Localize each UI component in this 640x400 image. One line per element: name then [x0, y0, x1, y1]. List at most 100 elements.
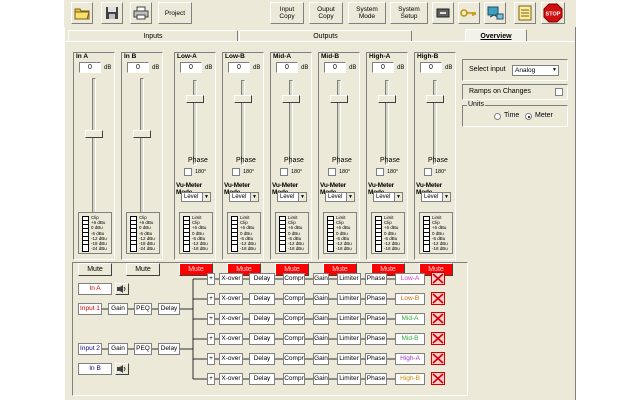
fader-track[interactable] [433, 80, 437, 165]
fader-knob[interactable] [282, 95, 300, 104]
vu-meter-mode-select[interactable]: Level ▼ [229, 192, 259, 202]
output-mute-x-icon[interactable] [431, 372, 445, 385]
output-mute-x-icon[interactable] [431, 332, 445, 345]
output-4-chain-block-4[interactable]: Limiter [337, 353, 361, 365]
output-4-chain-block-0[interactable]: X-over [219, 353, 243, 365]
ramps-checkbox[interactable] [555, 88, 563, 96]
gain-value-input[interactable]: 0 [324, 62, 346, 73]
output-name-block[interactable]: Mid-B [395, 333, 425, 345]
gain-value-input[interactable]: 0 [180, 62, 202, 73]
output-1-chain-block-4[interactable]: Limiter [337, 293, 361, 305]
output-3-chain-block-5[interactable]: Phase [365, 333, 387, 345]
output-0-chain-block-4[interactable]: Limiter [337, 273, 361, 285]
output-2-chain-block-3[interactable]: Gain [313, 313, 329, 325]
speaker-icon[interactable] [115, 283, 129, 295]
phase-180-checkbox[interactable] [424, 168, 432, 176]
fader-track[interactable] [289, 80, 293, 165]
fader-knob[interactable] [426, 95, 444, 104]
print-button[interactable] [130, 2, 152, 24]
lock-button[interactable] [432, 2, 454, 24]
output-1-chain-block-2[interactable]: Compr [283, 293, 305, 305]
mix-block[interactable]: + [207, 333, 215, 345]
fader-track[interactable] [337, 80, 341, 165]
output-2-chain-block-0[interactable]: X-over [219, 313, 243, 325]
select-input-dropdown[interactable]: Analog ▼ [512, 65, 559, 76]
output-5-chain-block-2[interactable]: Compr [283, 373, 305, 385]
output-4-chain-block-1[interactable]: Delay [249, 353, 275, 365]
output-name-block[interactable]: Low-B [395, 293, 425, 305]
input-1-block[interactable]: Input 1 [78, 303, 102, 315]
fader-knob[interactable] [378, 95, 396, 104]
output-1-chain-block-1[interactable]: Delay [249, 293, 275, 305]
output-1-chain-block-5[interactable]: Phase [365, 293, 387, 305]
output-0-chain-block-1[interactable]: Delay [249, 273, 275, 285]
output-name-block[interactable]: High-A [395, 353, 425, 365]
output-4-chain-block-3[interactable]: Gain [313, 353, 329, 365]
output-mute-x-icon[interactable] [431, 352, 445, 365]
network-button[interactable] [484, 2, 506, 24]
fader-track[interactable] [92, 78, 96, 226]
mix-block[interactable]: + [207, 373, 215, 385]
output-copy-button[interactable]: Ouput Copy [309, 2, 343, 24]
output-5-chain-block-0[interactable]: X-over [219, 373, 243, 385]
mix-block[interactable]: + [207, 273, 215, 285]
output-0-chain-block-3[interactable]: Gain [313, 273, 329, 285]
output-2-chain-block-1[interactable]: Delay [249, 313, 275, 325]
fader-knob[interactable] [85, 129, 103, 138]
output-5-chain-block-1[interactable]: Delay [249, 373, 275, 385]
tab-inputs[interactable]: Inputs [68, 30, 238, 41]
save-button[interactable] [101, 2, 123, 24]
output-3-chain-block-4[interactable]: Limiter [337, 333, 361, 345]
output-0-chain-block-2[interactable]: Compr [283, 273, 305, 285]
open-folder-button[interactable] [71, 2, 93, 24]
input-1-gain-block[interactable]: Gain [108, 303, 128, 315]
output-4-chain-block-5[interactable]: Phase [365, 353, 387, 365]
vu-meter-mode-select[interactable]: Level ▼ [325, 192, 355, 202]
phase-180-checkbox[interactable] [328, 168, 336, 176]
vu-meter-mode-select[interactable]: Level ▼ [421, 192, 451, 202]
gain-value-input[interactable]: 0 [420, 62, 442, 73]
in-a-block[interactable]: In A [78, 283, 112, 295]
fader-knob[interactable] [234, 95, 252, 104]
notes-button[interactable] [514, 2, 536, 24]
gain-value-input[interactable]: 0 [127, 62, 149, 73]
tab-outputs[interactable]: Outputs [239, 30, 412, 41]
output-2-chain-block-4[interactable]: Limiter [337, 313, 361, 325]
output-2-chain-block-5[interactable]: Phase [365, 313, 387, 325]
phase-180-checkbox[interactable] [232, 168, 240, 176]
meter-radio[interactable] [525, 113, 532, 120]
output-3-chain-block-0[interactable]: X-over [219, 333, 243, 345]
input-2-gain-block[interactable]: Gain [108, 343, 128, 355]
output-5-chain-block-3[interactable]: Gain [313, 373, 329, 385]
fader-knob[interactable] [186, 95, 204, 104]
time-radio[interactable] [494, 113, 501, 120]
mix-block[interactable]: + [207, 293, 215, 305]
mix-block[interactable]: + [207, 313, 215, 325]
output-5-chain-block-4[interactable]: Limiter [337, 373, 361, 385]
output-3-chain-block-1[interactable]: Delay [249, 333, 275, 345]
output-0-chain-block-0[interactable]: X-over [219, 273, 243, 285]
output-1-chain-block-0[interactable]: X-over [219, 293, 243, 305]
output-mute-x-icon[interactable] [431, 292, 445, 305]
input-2-block[interactable]: Input 2 [78, 343, 102, 355]
input-1-peq-block[interactable]: PEQ [134, 303, 152, 315]
input-1-delay-block[interactable]: Delay [158, 303, 180, 315]
fader-track[interactable] [241, 80, 245, 165]
fader-knob[interactable] [133, 129, 151, 138]
fader-knob[interactable] [330, 95, 348, 104]
gain-value-input[interactable]: 0 [228, 62, 250, 73]
gain-value-input[interactable]: 0 [276, 62, 298, 73]
speaker-icon[interactable] [115, 363, 129, 375]
output-2-chain-block-2[interactable]: Compr [283, 313, 305, 325]
output-name-block[interactable]: Low-A [395, 273, 425, 285]
phase-180-checkbox[interactable] [280, 168, 288, 176]
fader-track[interactable] [385, 80, 389, 165]
output-mute-x-icon[interactable] [431, 312, 445, 325]
input-copy-button[interactable]: Input Copy [270, 2, 304, 24]
output-mute-x-icon[interactable] [431, 272, 445, 285]
project-button[interactable]: Project [158, 2, 192, 24]
stop-button[interactable]: STOP [541, 2, 565, 24]
mix-block[interactable]: + [207, 353, 215, 365]
vu-meter-mode-select[interactable]: Level ▼ [277, 192, 307, 202]
system-mode-button[interactable]: System Mode [348, 2, 386, 24]
